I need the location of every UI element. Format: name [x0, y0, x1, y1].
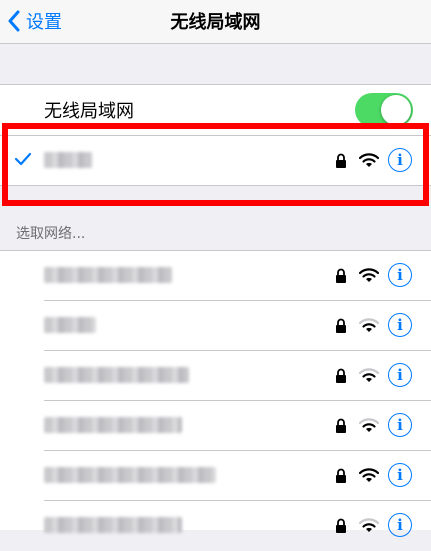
lock-icon	[336, 518, 346, 533]
page-title: 无线局域网	[170, 12, 261, 33]
wifi-icon	[359, 318, 379, 332]
wifi-toggle-switch[interactable]	[355, 93, 413, 127]
wifi-icon	[359, 368, 379, 382]
network-name-redacted	[44, 367, 189, 383]
info-icon[interactable]: i	[388, 463, 412, 487]
list-item[interactable]: i	[0, 451, 431, 501]
network-name-redacted	[44, 517, 182, 533]
network-name-redacted	[44, 467, 216, 483]
navigation-bar: 设置 无线局域网	[0, 0, 431, 44]
lock-icon	[336, 318, 346, 333]
list-item[interactable]: i	[0, 301, 431, 351]
highlight-box	[2, 123, 429, 206]
toggle-knob	[381, 95, 411, 125]
section-header: 选取网络...	[16, 226, 86, 242]
network-name-redacted	[44, 417, 182, 433]
wifi-icon	[359, 518, 379, 532]
wifi-icon	[359, 468, 379, 482]
info-icon[interactable]: i	[388, 313, 412, 337]
wifi-icon	[359, 268, 379, 282]
network-name-redacted	[44, 267, 172, 283]
wifi-icon	[359, 418, 379, 432]
lock-icon	[336, 268, 346, 283]
info-icon[interactable]: i	[388, 363, 412, 387]
info-icon[interactable]: i	[388, 413, 412, 437]
list-item[interactable]: i	[0, 501, 431, 551]
lock-icon	[336, 418, 346, 433]
list-item[interactable]: i	[0, 251, 431, 301]
info-icon[interactable]: i	[388, 513, 412, 537]
list-item[interactable]: i	[0, 351, 431, 401]
list-item[interactable]: i	[0, 401, 431, 451]
network-list: i i i i i i	[0, 250, 431, 537]
wifi-toggle-label: 无线局域网	[44, 101, 134, 122]
lock-icon	[336, 468, 346, 483]
lock-icon	[336, 368, 346, 383]
info-icon[interactable]: i	[388, 263, 412, 287]
network-name-redacted	[44, 317, 96, 333]
